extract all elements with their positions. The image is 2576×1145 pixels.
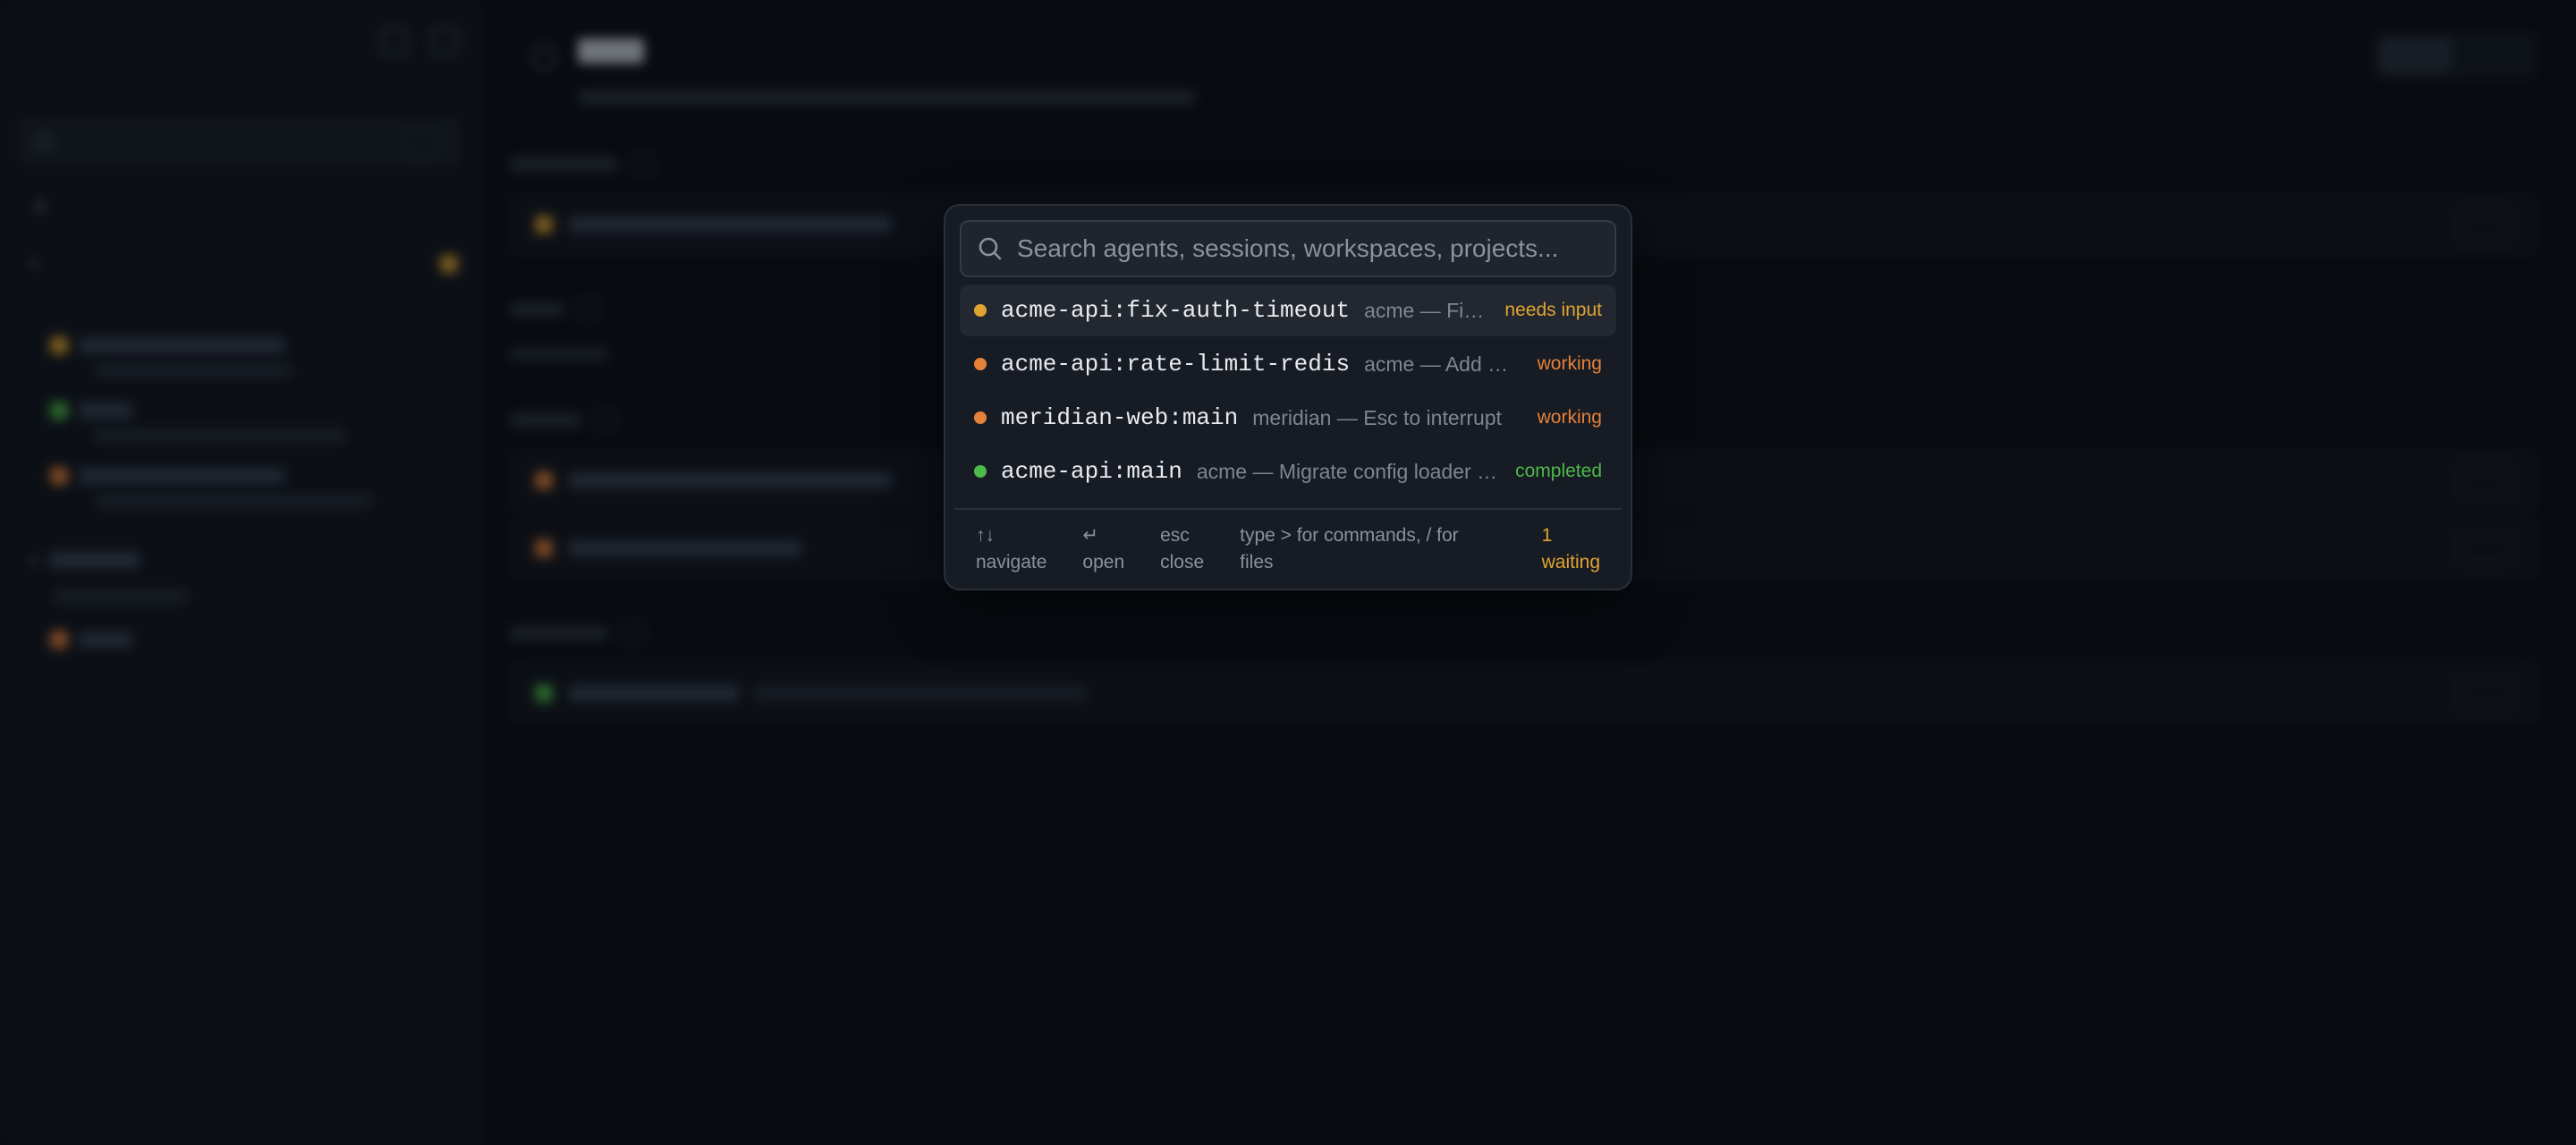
- command-palette: acme-api:fix-auth-timeout acme — Fix aut…: [944, 204, 1632, 590]
- hint-label: close: [1160, 552, 1205, 572]
- palette-search-box[interactable]: [960, 220, 1616, 277]
- status-dot: [974, 358, 987, 370]
- waiting-number: 1: [1541, 525, 1553, 546]
- search-icon: [979, 237, 1002, 260]
- result-name: acme-api:rate-limit-redis: [1001, 351, 1351, 377]
- palette-result-item[interactable]: acme-api:rate-limit-redis acme — Add Red…: [960, 338, 1616, 390]
- palette-search-input[interactable]: [1017, 234, 1598, 263]
- palette-result-item[interactable]: acme-api:main acme — Migrate config load…: [960, 445, 1616, 497]
- result-name: acme-api:main: [1001, 458, 1182, 485]
- hint-commands: type > for commands, / for files: [1240, 522, 1499, 576]
- result-status: completed: [1515, 461, 1602, 481]
- hint-navigate: ↑↓ navigate: [976, 522, 1046, 576]
- hint-text: files: [1240, 552, 1274, 572]
- hint-text: type > for commands, / for: [1240, 525, 1459, 546]
- status-dot: [974, 411, 987, 424]
- hint-label: navigate: [976, 552, 1047, 572]
- palette-result-item[interactable]: meridian-web:main meridian — Esc to inte…: [960, 392, 1616, 444]
- result-description: meridian — Esc to interrupt: [1252, 405, 1502, 429]
- status-dot: [974, 304, 987, 317]
- result-name: meridian-web:main: [1001, 404, 1239, 431]
- result-status: working: [1537, 353, 1602, 374]
- palette-result-item[interactable]: acme-api:fix-auth-timeout acme — Fix aut…: [960, 284, 1616, 336]
- esc-key-label: esc: [1160, 525, 1190, 546]
- result-status: needs input: [1504, 300, 1602, 320]
- result-description: acme — Fix auth timeout: [1364, 298, 1491, 322]
- hint-close: esc close: [1160, 522, 1204, 576]
- waiting-count: 1 waiting: [1542, 522, 1600, 576]
- palette-footer: ↑↓ navigate ↵ open esc close type > for …: [960, 510, 1616, 576]
- status-dot: [974, 465, 987, 478]
- palette-results: acme-api:fix-auth-timeout acme — Fix aut…: [960, 284, 1616, 497]
- result-status: working: [1537, 407, 1602, 428]
- arrows-up-down-icon: ↑↓: [976, 525, 995, 546]
- waiting-label: waiting: [1541, 552, 1600, 572]
- hint-open: ↵ open: [1082, 522, 1124, 576]
- result-name: acme-api:fix-auth-timeout: [1001, 297, 1351, 324]
- result-description: acme — Add Redis rate limiter: [1364, 352, 1523, 376]
- enter-key-icon: ↵: [1082, 525, 1099, 546]
- hint-label: open: [1082, 552, 1125, 572]
- result-description: acme — Migrate config loader to yaml: [1196, 459, 1501, 483]
